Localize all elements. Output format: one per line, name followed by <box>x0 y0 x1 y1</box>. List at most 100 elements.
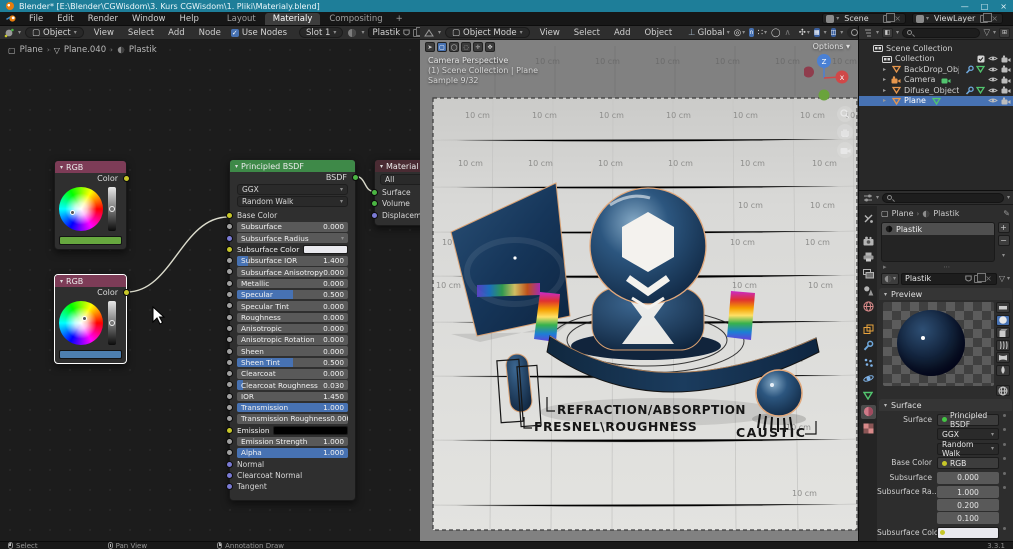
bsdf-row-subsurface-ior[interactable]: Subsurface IOR1.400 <box>230 255 355 266</box>
bsdf-row-emission[interactable]: Emission <box>230 425 355 436</box>
preview-shape-fluid[interactable] <box>996 365 1010 376</box>
select-circle-tool-icon[interactable]: ◯ <box>449 42 459 52</box>
properties-tab-particles[interactable] <box>861 355 876 369</box>
gray-input-socket[interactable] <box>226 393 233 400</box>
gray-input-socket[interactable] <box>226 268 233 275</box>
menu-help[interactable]: Help <box>173 13 204 25</box>
purple-input-socket[interactable] <box>226 483 233 490</box>
properties-tab-physics[interactable] <box>861 372 876 386</box>
wireframe-shading-icon[interactable] <box>851 29 858 36</box>
bsdf-slider-transmission-roughness[interactable]: Transmission Roughness0.000 <box>237 414 348 424</box>
gray-input-socket[interactable] <box>226 291 233 298</box>
bsdf-row-subsurface-radius[interactable]: Subsurface Radius▾ <box>230 233 355 244</box>
rgb-node-header[interactable]: ▾RGB <box>55 275 126 287</box>
material-name-field[interactable]: Plastik × <box>368 27 420 38</box>
preview-shape-world[interactable] <box>996 385 1010 396</box>
gray-input-socket[interactable] <box>226 370 233 377</box>
render-camera-icon[interactable] <box>1001 76 1011 84</box>
vector-value-field[interactable]: 0.100 <box>937 512 999 524</box>
transform-orientation-dropdown[interactable]: ⊥ Global▾ <box>688 28 730 38</box>
bsdf-row-specular-tint[interactable]: Specular Tint0.000 <box>230 300 355 311</box>
gray-input-socket[interactable] <box>226 302 233 309</box>
color-swatch-field[interactable] <box>937 527 999 539</box>
field-0-000[interactable]: 0.000 <box>937 472 999 484</box>
expand-arrow-icon[interactable]: ▸ <box>881 76 888 83</box>
modifier-icon[interactable] <box>965 65 974 74</box>
value-slider[interactable] <box>108 301 116 345</box>
properties-search-input[interactable] <box>882 193 1004 203</box>
new-viewlayer-icon[interactable] <box>980 15 988 23</box>
preview-shape-hair[interactable] <box>996 340 1010 351</box>
gray-input-socket[interactable] <box>226 381 233 388</box>
outliner-search-input[interactable] <box>902 28 980 38</box>
bsdf-slider-subsurface[interactable]: Subsurface0.000 <box>237 222 348 232</box>
color-swatch[interactable] <box>59 236 122 245</box>
menu-render[interactable]: Render <box>82 13 124 25</box>
preview-shape-sphere[interactable] <box>996 315 1010 326</box>
cameradata-icon[interactable] <box>941 76 951 84</box>
material-output-node[interactable]: ▾Material Out All SurfaceVolumeDisplacem… <box>374 159 420 226</box>
principled-bsdf-node[interactable]: ▾Principled BSDF BSDF GGX▾ Random Walk▾ … <box>229 159 356 501</box>
principled-node-header[interactable]: ▾Principled BSDF <box>230 160 355 172</box>
bsdf-slider-clearcoat-roughness[interactable]: Clearcoat Roughness0.030 <box>237 380 348 390</box>
bsdf-slider-subsurface-anisotropy[interactable]: Subsurface Anisotropy0.000 <box>237 267 348 277</box>
workspace-tab-materialy[interactable]: Materialy <box>265 13 321 25</box>
browse-material-icon[interactable]: ▾ <box>881 273 899 285</box>
bsdf-row-ior[interactable]: IOR1.450 <box>230 391 355 402</box>
material-output-header[interactable]: ▾Material Out <box>375 160 420 172</box>
select-lasso-tool-icon[interactable]: ◌ <box>461 42 471 52</box>
properties-tab-data[interactable] <box>861 388 876 402</box>
hide-eye-icon[interactable] <box>988 87 998 94</box>
outliner-row-plane[interactable]: ▸Plane <box>859 96 1013 107</box>
color-output-socket[interactable] <box>123 289 130 296</box>
expand-arrow-icon[interactable]: ▸ <box>881 97 888 104</box>
color-wheel[interactable] <box>59 187 103 231</box>
viewport-menu-select[interactable]: Select <box>568 27 606 39</box>
bsdf-output-socket[interactable] <box>352 174 359 181</box>
vector-value-field[interactable]: 1.000 <box>937 486 999 498</box>
filter-funnel-icon[interactable]: ▽ <box>999 274 1005 283</box>
gray-input-socket[interactable] <box>226 257 233 264</box>
distribution-dropdown[interactable]: GGX▾ <box>237 184 348 195</box>
animate-decorator-dot[interactable] <box>1002 472 1006 475</box>
viewport-canvas[interactable]: 10 cm10 cm10 cm10 cm10 cm10 cm10 cm 10 <box>420 40 858 541</box>
properties-tab-world[interactable] <box>861 300 876 314</box>
node-canvas[interactable]: ▢ Plane › ▽ Plane.040 › Plastik ▾RGB <box>0 40 420 541</box>
dropdown-field-ggx[interactable]: GGX▾ <box>937 428 999 440</box>
hide-eye-icon[interactable] <box>988 97 998 104</box>
bsdf-row-sheen-tint[interactable]: Sheen Tint0.500 <box>230 357 355 368</box>
bsdf-row-anisotropic-rotation[interactable]: Anisotropic Rotation0.000 <box>230 334 355 345</box>
menu-window[interactable]: Window <box>126 13 172 25</box>
bsdf-slider-alpha[interactable]: Alpha1.000 <box>237 448 348 458</box>
render-camera-icon[interactable] <box>1001 97 1011 105</box>
snap-dropdown[interactable]: ∷▾ <box>758 28 767 38</box>
menu-edit[interactable]: Edit <box>51 13 79 25</box>
material-name-field[interactable]: Plastik × <box>901 273 997 285</box>
scene-selector[interactable]: ▾ Scene × <box>822 13 906 24</box>
fake-user-shield-icon[interactable] <box>965 275 972 283</box>
hide-eye-icon[interactable] <box>988 55 998 62</box>
exclude-checkbox-icon[interactable] <box>977 55 985 63</box>
display-mode-icon[interactable]: ◧ <box>882 28 893 38</box>
meshdata-icon[interactable] <box>976 65 985 73</box>
bsdf-row-anisotropic[interactable]: Anisotropic0.000 <box>230 323 355 334</box>
properties-tab-material[interactable] <box>861 405 876 419</box>
hide-eye-icon[interactable] <box>988 76 998 83</box>
outliner-editor-type-icon[interactable] <box>863 28 873 38</box>
viewport-editor-type-icon[interactable] <box>424 28 434 38</box>
rgb-node-top[interactable]: ▾RGB Color <box>54 160 127 250</box>
copy-material-icon[interactable] <box>413 29 420 37</box>
move-tool-icon[interactable]: ✥ <box>485 42 495 52</box>
small-sphere-object[interactable] <box>756 370 802 416</box>
animate-decorator-dot[interactable] <box>1002 414 1006 417</box>
use-nodes-checkbox[interactable]: ✓ Use Nodes <box>231 28 287 38</box>
properties-tab-render[interactable] <box>861 234 876 248</box>
bsdf-color-swatch[interactable] <box>303 245 348 255</box>
green-input-socket[interactable] <box>371 200 378 207</box>
color-swatch[interactable] <box>59 350 122 359</box>
blender-icon[interactable] <box>6 14 17 23</box>
properties-tab-output[interactable] <box>861 250 876 264</box>
properties-editor-type-icon[interactable] <box>863 193 873 203</box>
bsdf-slider-anisotropic[interactable]: Anisotropic0.000 <box>237 324 348 334</box>
gray-input-socket[interactable] <box>226 348 233 355</box>
